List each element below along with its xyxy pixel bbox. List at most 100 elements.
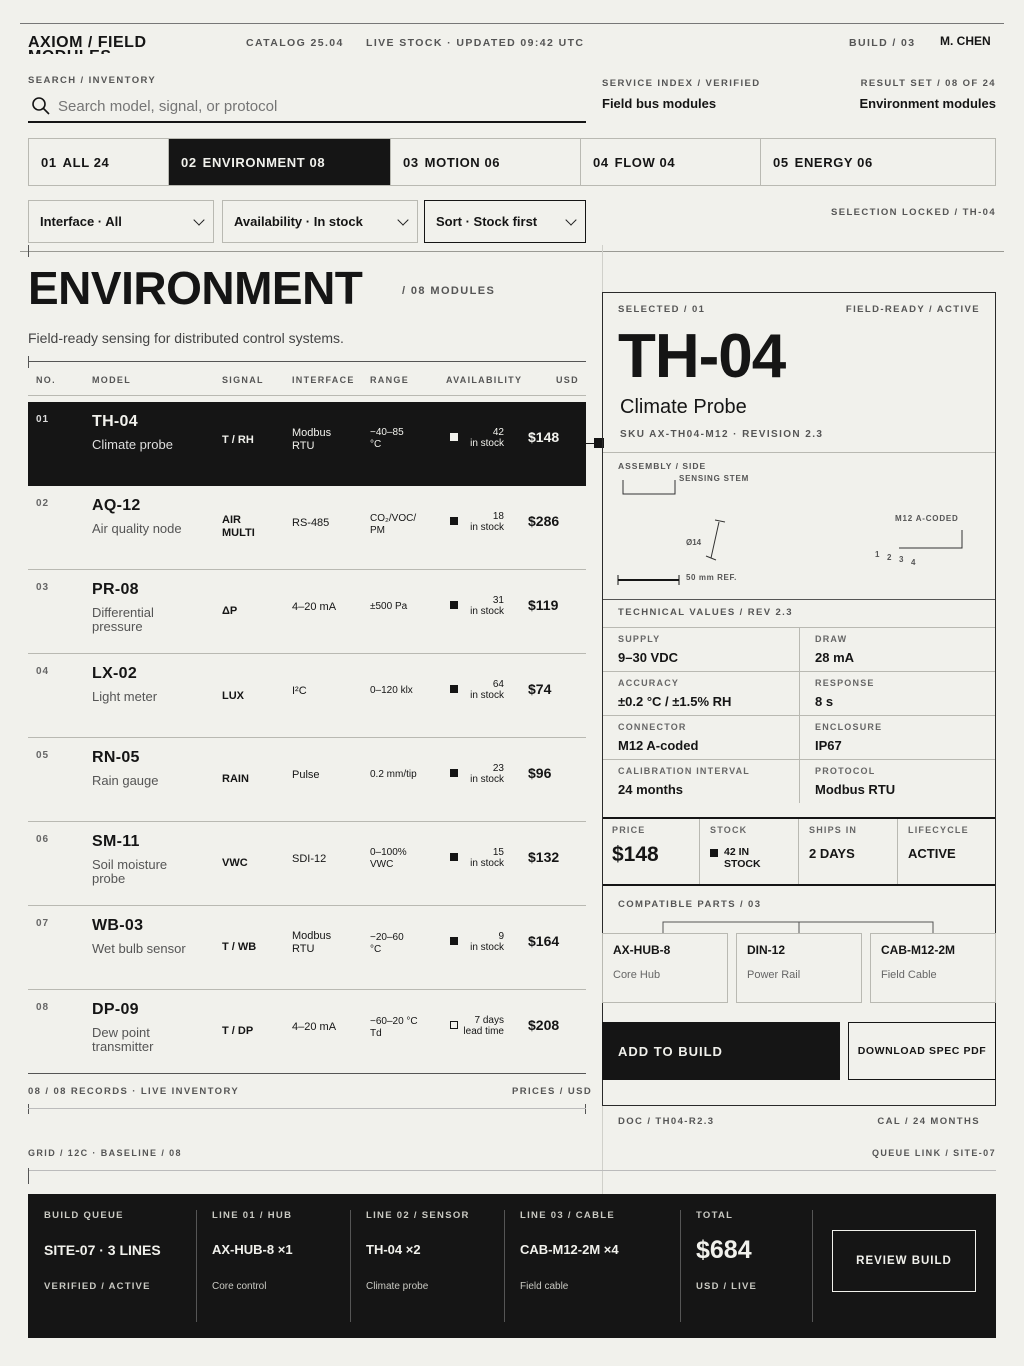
build-indicator[interactable]: BUILD / 03 [849, 37, 916, 49]
tab-number: 01 [41, 154, 57, 170]
panel-rule [603, 599, 995, 600]
row-number: 05 [36, 750, 50, 761]
lifecycle-value: ACTIVE [908, 846, 956, 861]
row-number: 03 [36, 582, 50, 593]
row-number: 01 [36, 414, 50, 425]
interface-filter-value: Interface · All [40, 214, 122, 229]
pin-3: 3 [899, 555, 904, 564]
line-description: Core control [212, 1281, 267, 1292]
row-interface: RS-485 [292, 517, 330, 529]
spec-divider [603, 671, 995, 672]
col-header-model[interactable]: MODEL [92, 375, 131, 385]
part-description: Power Rail [747, 969, 801, 981]
stock-status: in stock [470, 858, 504, 869]
part-name: AX-HUB-8 [613, 943, 671, 957]
add-to-build-button[interactable]: ADD TO BUILD [602, 1022, 840, 1080]
parts-connector-lines [662, 921, 934, 933]
build-queue-bar: BUILD QUEUE SITE-07 · 3 LINES VERIFIED /… [28, 1194, 996, 1338]
table-row[interactable]: 08 DP-09 Dew point transmitter T / DP 4–… [28, 990, 586, 1074]
stock-status: in stock [470, 438, 504, 449]
stock-status: in stock [470, 522, 504, 533]
row-signal: AIR MULTI [222, 514, 255, 539]
spec-value: 9–30 VDC [618, 650, 678, 665]
spec-label: ENCLOSURE [815, 722, 883, 732]
tab-flow[interactable]: 04 FLOW 04 [581, 139, 761, 185]
section-title: ENVIRONMENT [28, 262, 363, 314]
row-number: 08 [36, 1002, 50, 1013]
row-signal: ΔP [222, 605, 238, 617]
spec-label: PROTOCOL [815, 766, 876, 776]
row-signal: T / RH [222, 434, 254, 446]
live-stock-status: LIVE STOCK · UPDATED 09:42 UTC [366, 37, 585, 49]
col-header-range[interactable]: RANGE [370, 375, 409, 385]
availability-filter[interactable]: Availability · In stock [222, 200, 418, 243]
table-row[interactable]: 02 AQ-12 Air quality node AIR MULTI RS-4… [28, 486, 586, 570]
spec-value: IP67 [815, 738, 842, 753]
brand-logo[interactable]: AXIOM / FIELD MODULES [28, 36, 188, 54]
table-row[interactable]: 04 LX-02 Light meter LUX I²C 0–120 klx 6… [28, 654, 586, 738]
panel-rule [603, 452, 995, 453]
tab-all[interactable]: 01 ALL 24 [29, 139, 169, 185]
tick-mark [28, 356, 29, 368]
row-description: Climate probe [92, 437, 173, 452]
part-description: Core Hub [613, 969, 661, 981]
availability-filter-value: Availability · In stock [234, 214, 363, 229]
tab-label: ENERGY 06 [794, 154, 873, 170]
row-interface: 4–20 mA [292, 601, 337, 613]
row-description: Wet bulb sensor [92, 941, 186, 956]
table-row[interactable]: 03 PR-08 Differential pressure ΔP 4–20 m… [28, 570, 586, 654]
part-card[interactable]: CAB-M12-2M Field Cable [870, 933, 996, 1003]
tab-environment[interactable]: 02 ENVIRONMENT 08 [169, 139, 391, 185]
stock-quantity: 9 [498, 931, 504, 942]
tab-motion[interactable]: 03 MOTION 06 [391, 139, 581, 185]
download-spec-button[interactable]: DOWNLOAD SPEC PDF [848, 1022, 996, 1080]
row-model: TH-04 [92, 413, 138, 430]
summary-divider [699, 819, 700, 884]
sort-select[interactable]: Sort · Stock first [424, 200, 586, 243]
table-row[interactable]: 01 TH-04 Climate probe T / RH Modbus RTU… [28, 402, 586, 486]
part-name: DIN-12 [747, 943, 786, 957]
row-range: −40–85 °C [370, 427, 404, 450]
stock-label: STOCK [710, 825, 748, 835]
row-description: Rain gauge [92, 773, 159, 788]
top-rule [20, 23, 1004, 24]
total-label: TOTAL [696, 1210, 734, 1221]
col-header-availability[interactable]: AVAILABILITY [446, 375, 522, 385]
spec-value: M12 A-coded [618, 738, 699, 753]
row-model: SM-11 [92, 833, 140, 850]
stock-status: in stock [470, 942, 504, 953]
row-range: 0–120 klx [370, 685, 413, 696]
tab-energy[interactable]: 05 ENERGY 06 [761, 139, 995, 185]
row-signal: T / DP [222, 1025, 254, 1037]
pin-1: 1 [875, 550, 880, 559]
calibration-reference: CAL / 24 MONTHS [877, 1116, 980, 1127]
stock-status: in stock [470, 774, 504, 785]
spec-divider [603, 715, 995, 716]
category-tabs: 01 ALL 24 02 ENVIRONMENT 08 03 MOTION 06 04… [28, 138, 996, 186]
table-row[interactable]: 07 WB-03 Wet bulb sensor T / WB Modbus R… [28, 906, 586, 990]
summary-rule [603, 884, 995, 886]
records-rule [28, 1108, 586, 1109]
row-range: CO₂/VOC/ PM [370, 513, 417, 536]
table-row[interactable]: 05 RN-05 Rain gauge RAIN Pulse 0.2 mm/ti… [28, 738, 586, 822]
tab-label: FLOW 04 [614, 154, 676, 170]
review-build-button[interactable]: REVIEW BUILD [832, 1230, 976, 1292]
table-row[interactable]: 06 SM-11 Soil moisture probe VWC SDI-12 … [28, 822, 586, 906]
col-header-signal[interactable]: SIGNAL [222, 375, 264, 385]
chevron-down-icon [565, 213, 577, 226]
line-value: TH-04 ×2 [366, 1242, 421, 1257]
line-value: CAB-M12-2M ×4 [520, 1242, 619, 1257]
spec-grid: SUPPLY 9–30 VDC DRAW 28 mA ACCURACY ±0.2 °C… [603, 627, 995, 803]
part-description: Field Cable [881, 969, 937, 981]
interface-filter[interactable]: Interface · All [28, 200, 214, 243]
col-header-interface[interactable]: INTERFACE [292, 375, 355, 385]
detail-stock: 42 IN STOCK [724, 846, 761, 870]
tech-values-title: TECHNICAL VALUES / REV 2.3 [618, 607, 793, 618]
user-name[interactable]: M. CHEN [940, 34, 991, 48]
row-signal: VWC [222, 857, 248, 869]
search-input[interactable] [58, 94, 578, 118]
search-field[interactable] [28, 92, 586, 123]
part-card[interactable]: AX-HUB-8 Core Hub [602, 933, 728, 1003]
part-card[interactable]: DIN-12 Power Rail [736, 933, 862, 1003]
col-header-usd[interactable]: USD [556, 375, 579, 385]
